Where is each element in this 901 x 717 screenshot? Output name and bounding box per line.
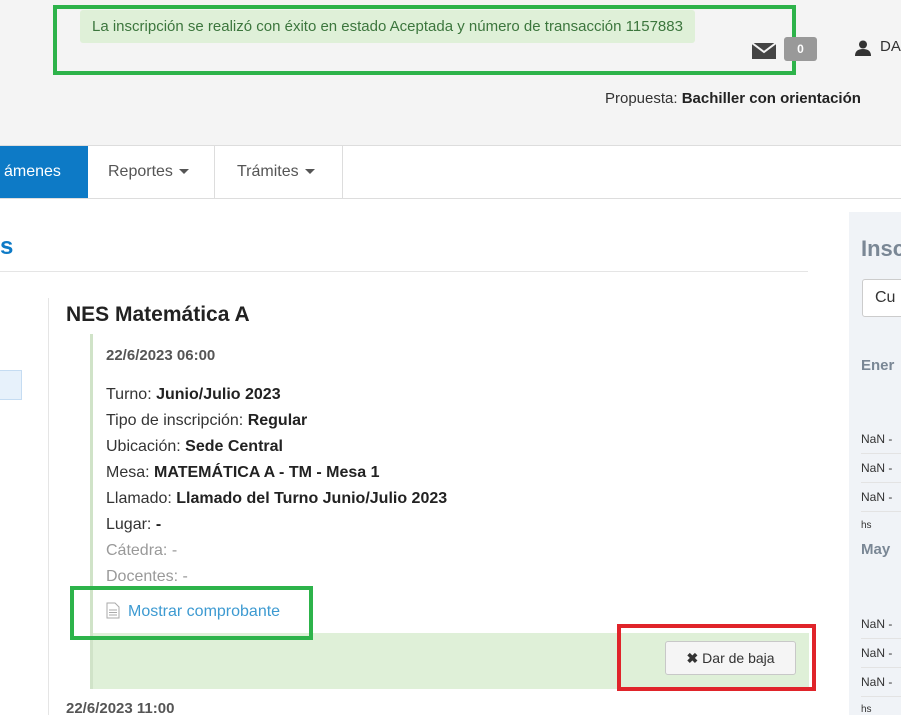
- side-panel-select[interactable]: Cu: [862, 279, 901, 317]
- exam-datetime: 22/6/2023 06:00: [106, 347, 216, 364]
- side-panel-row: NaN -: [861, 610, 901, 639]
- subject-title: NES Matemática A: [66, 303, 250, 326]
- nav-item-reportes-label: Reportes: [108, 163, 173, 180]
- exam-field-ubicacion: Ubicación: Sede Central: [106, 438, 283, 456]
- unsubscribe-highlight-box: [617, 624, 816, 691]
- nav-item-reportes[interactable]: Reportes: [88, 146, 215, 198]
- nav-item-tramites-label: Trámites: [237, 163, 299, 180]
- main-navbar: ámenes Reportes Trámites: [0, 145, 901, 199]
- propuesta-line: Propuesta: Bachiller con orientación: [605, 90, 861, 107]
- field-value: Regular: [247, 412, 308, 429]
- side-panel-row: NaN -: [861, 425, 901, 454]
- user-icon: [855, 40, 871, 61]
- mail-count-badge[interactable]: 0: [784, 37, 817, 61]
- field-label: Lugar:: [106, 516, 152, 533]
- field-label: Llamado:: [106, 490, 172, 507]
- field-value: MATEMÁTICA A - TM - Mesa 1: [154, 464, 380, 481]
- field-label: Tipo de inscripción:: [106, 412, 244, 429]
- side-panel-row: NaN -: [861, 668, 901, 697]
- side-panel-row: NaN -: [861, 639, 901, 668]
- exam-field-mesa: Mesa: MATEMÁTICA A - TM - Mesa 1: [106, 464, 380, 482]
- exam-field-catedra: Cátedra: -: [106, 542, 178, 559]
- exam-field-llamado: Llamado: Llamado del Turno Junio/Julio 2…: [106, 490, 447, 508]
- user-name[interactable]: DA: [880, 38, 901, 55]
- caret-down-icon: [304, 169, 315, 175]
- side-panel-row: NaN -: [861, 483, 901, 512]
- alert-highlight-box: [53, 5, 796, 75]
- side-tab-fragment[interactable]: [0, 370, 22, 400]
- receipt-highlight-box: [70, 586, 313, 640]
- nav-item-examenes[interactable]: ámenes: [0, 146, 88, 198]
- side-panel-title: Insc: [861, 236, 901, 261]
- exam-field-turno: Turno: Junio/Julio 2023: [106, 386, 281, 404]
- field-value: -: [155, 516, 162, 533]
- caret-down-icon: [178, 169, 189, 175]
- field-label: Turno:: [106, 386, 152, 403]
- subject-card-border: [48, 298, 49, 715]
- side-panel-row: NaN -: [861, 454, 901, 483]
- nav-item-tramites[interactable]: Trámites: [215, 146, 343, 198]
- inscriptions-side-panel: Insc Cu Ener NaN - NaN - NaN - hs May Na…: [849, 212, 901, 715]
- section-title: s: [0, 233, 14, 260]
- next-exam-datetime: 22/6/2023 11:00: [66, 700, 175, 717]
- side-panel-hs: hs: [861, 520, 872, 531]
- field-value: Junio/Julio 2023: [156, 386, 281, 403]
- exam-field-docentes: Docentes: -: [106, 568, 188, 585]
- field-label: Mesa:: [106, 464, 150, 481]
- propuesta-value: Bachiller con orientación: [681, 90, 861, 107]
- side-panel-month: Ener: [861, 357, 895, 374]
- propuesta-label: Propuesta:: [605, 90, 678, 107]
- field-value: Sede Central: [185, 438, 283, 455]
- side-panel-hs: hs: [861, 704, 872, 715]
- field-label: Ubicación:: [106, 438, 181, 455]
- section-divider: [0, 271, 808, 272]
- side-panel-month: May: [861, 541, 891, 558]
- field-value: Llamado del Turno Junio/Julio 2023: [176, 490, 448, 507]
- exam-field-tipo: Tipo de inscripción: Regular: [106, 412, 307, 430]
- nav-item-examenes-label: ámenes: [4, 163, 61, 180]
- exam-field-lugar: Lugar: -: [106, 516, 161, 534]
- envelope-icon[interactable]: [751, 42, 777, 64]
